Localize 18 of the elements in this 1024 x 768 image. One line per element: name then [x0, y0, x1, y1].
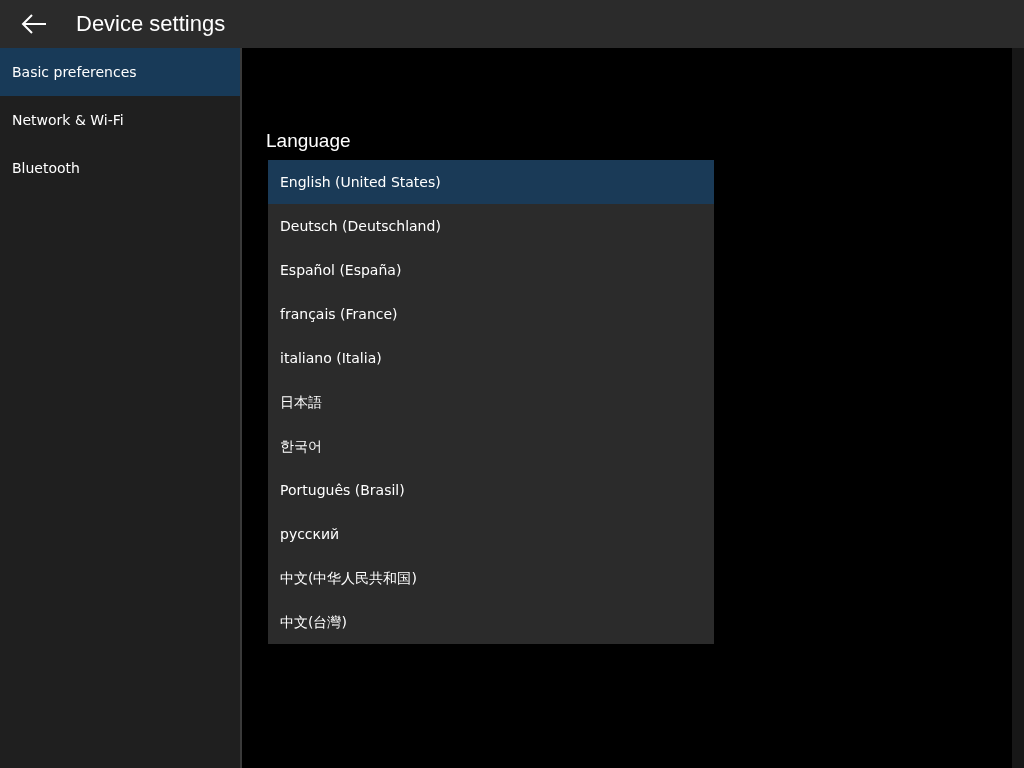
language-label: Language	[266, 130, 352, 152]
language-option[interactable]: 中文(中华人民共和国)	[268, 556, 714, 600]
sidebar-item[interactable]: Network & Wi-Fi	[0, 96, 240, 144]
language-option[interactable]: 한국어	[268, 424, 714, 468]
language-option[interactable]: Português (Brasil)	[268, 468, 714, 512]
back-arrow-icon	[21, 13, 47, 35]
sidebar-item[interactable]: Basic preferences	[0, 48, 240, 96]
page-title: Device settings	[76, 11, 226, 37]
language-option[interactable]: 日本語	[268, 380, 714, 424]
language-option[interactable]: English (United States)	[268, 160, 714, 204]
language-option[interactable]: français (France)	[268, 292, 714, 336]
language-option[interactable]: Deutsch (Deutschland)	[268, 204, 714, 248]
scrollbar[interactable]	[1012, 48, 1024, 768]
language-option[interactable]: русский	[268, 512, 714, 556]
language-option[interactable]: italiano (Italia)	[268, 336, 714, 380]
language-option[interactable]: Español (España)	[268, 248, 714, 292]
language-option[interactable]: 中文(台灣)	[268, 600, 714, 644]
sidebar-item[interactable]: Bluetooth	[0, 144, 240, 192]
